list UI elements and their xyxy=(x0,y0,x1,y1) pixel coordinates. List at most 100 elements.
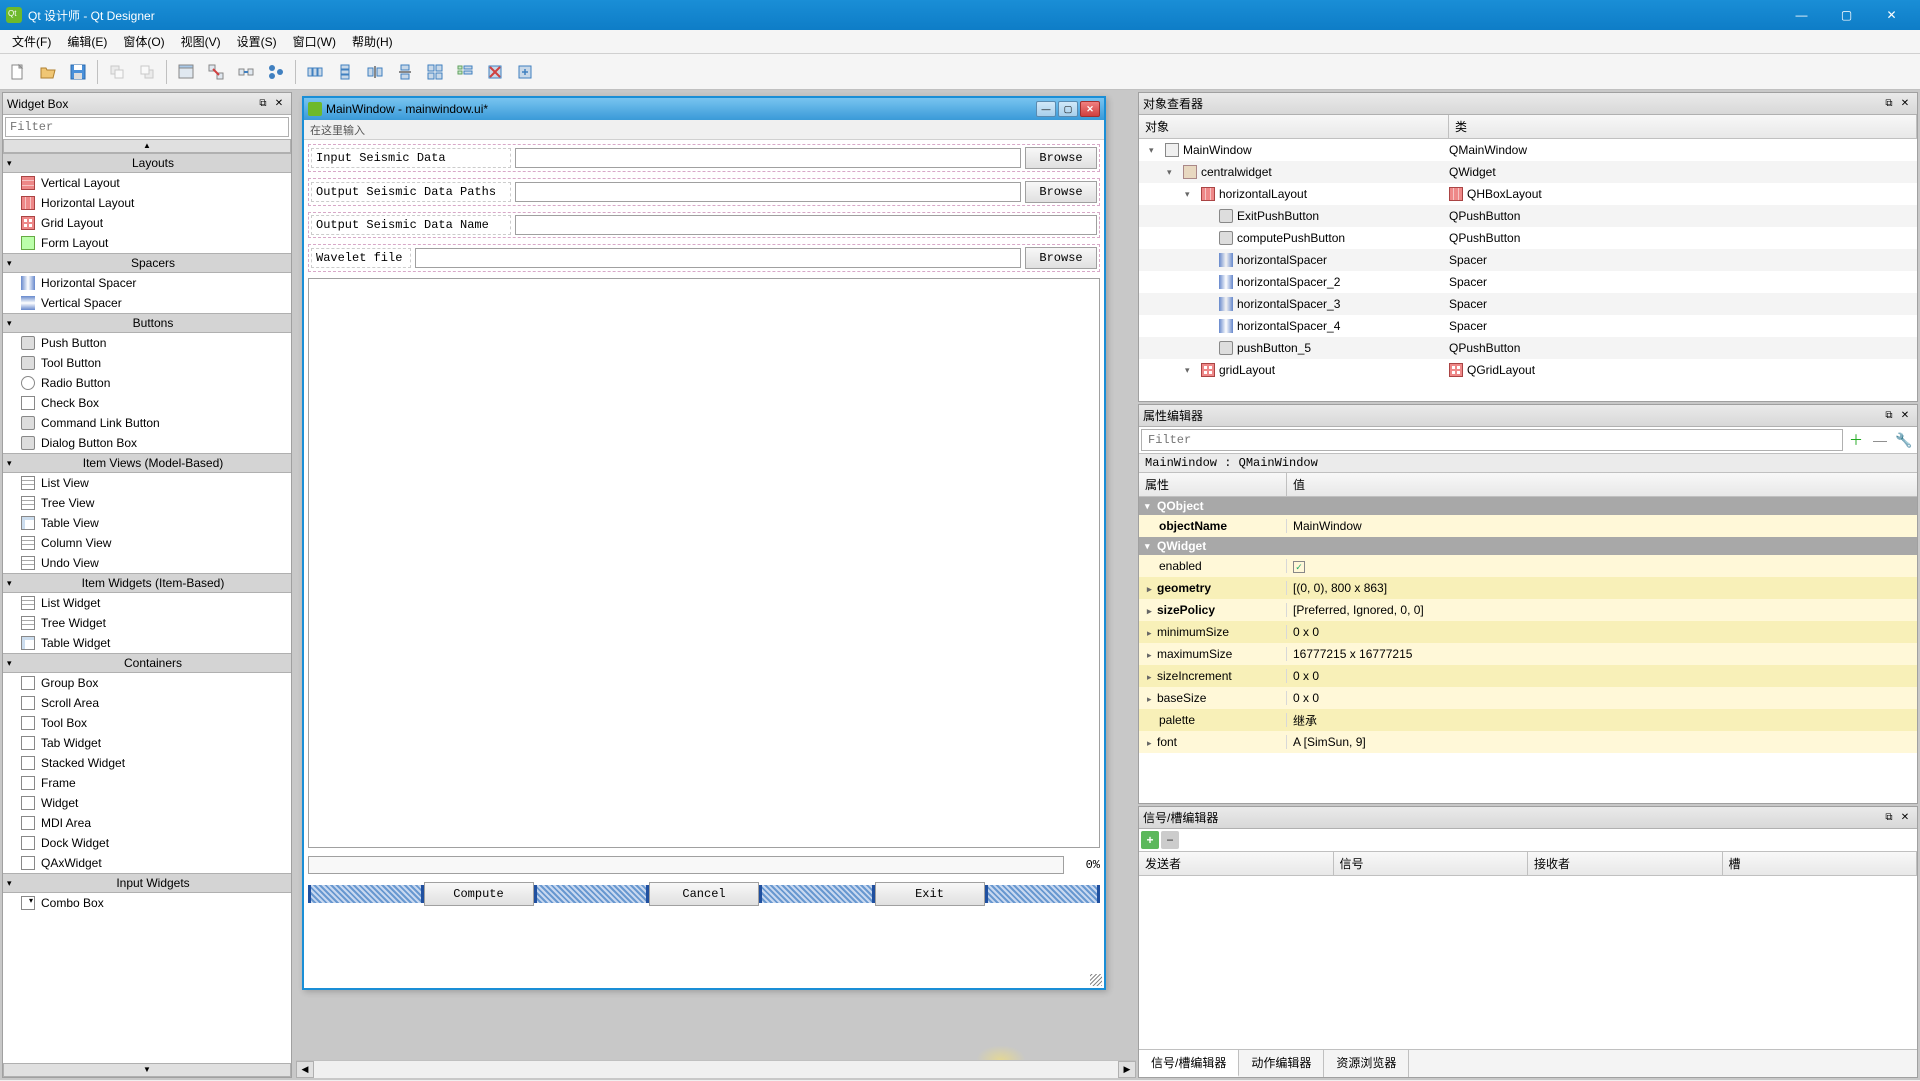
horizontal-spacer-icon[interactable] xyxy=(534,885,650,903)
widget-item[interactable]: Scroll Area xyxy=(3,693,291,713)
menu-file[interactable]: 文件(F) xyxy=(4,30,59,53)
widget-item[interactable]: MDI Area xyxy=(3,813,291,833)
design-menubar[interactable]: 在这里输入 xyxy=(304,120,1104,140)
widget-category[interactable]: ▾Buttons xyxy=(3,313,291,333)
design-window[interactable]: MainWindow - mainwindow.ui* — ▢ ✕ 在这里输入 … xyxy=(302,96,1106,990)
property-value[interactable]: 0 x 0 xyxy=(1287,691,1917,705)
widget-item[interactable]: List View xyxy=(3,473,291,493)
expand-icon[interactable]: ▸ xyxy=(1147,738,1157,749)
tb-bring-front-icon[interactable] xyxy=(133,58,161,86)
dock-float-icon[interactable]: ⧉ xyxy=(1881,408,1897,424)
tb-save-icon[interactable] xyxy=(64,58,92,86)
property-value[interactable]: 0 x 0 xyxy=(1287,669,1917,683)
widget-item[interactable]: Vertical Layout xyxy=(3,173,291,193)
widget-item[interactable]: Frame xyxy=(3,773,291,793)
widget-category[interactable]: ▾Containers xyxy=(3,653,291,673)
dock-float-icon[interactable]: ⧉ xyxy=(1881,96,1897,112)
widget-item[interactable]: Horizontal Layout xyxy=(3,193,291,213)
property-row[interactable]: enabled✓ xyxy=(1139,555,1917,577)
expand-icon[interactable]: ▸ xyxy=(1147,672,1157,683)
object-tree-row[interactable]: computePushButtonQPushButton xyxy=(1139,227,1917,249)
add-signal-icon[interactable]: + xyxy=(1141,831,1159,849)
object-tree-row[interactable]: horizontalSpacer_2Spacer xyxy=(1139,271,1917,293)
browse-button[interactable]: Browse xyxy=(1025,247,1097,269)
horizontal-spacer-icon[interactable] xyxy=(985,885,1101,903)
widget-item[interactable]: Widget xyxy=(3,793,291,813)
menu-form[interactable]: 窗体(O) xyxy=(115,30,172,53)
receiver-header[interactable]: 接收者 xyxy=(1528,852,1723,875)
tb-layout-horiz-icon[interactable] xyxy=(301,58,329,86)
expand-icon[interactable]: ▾ xyxy=(1185,189,1197,200)
widget-item[interactable]: Undo View xyxy=(3,553,291,573)
horizontal-spacer-icon[interactable] xyxy=(759,885,875,903)
widget-category[interactable]: ▾Item Widgets (Item-Based) xyxy=(3,573,291,593)
form-input[interactable] xyxy=(515,215,1097,235)
menu-view[interactable]: 视图(V) xyxy=(173,30,229,53)
size-grip-icon[interactable] xyxy=(1090,974,1102,986)
scroll-right-button[interactable]: ▶ xyxy=(1118,1061,1136,1078)
remove-property-icon[interactable]: — xyxy=(1869,429,1891,451)
design-window-min-icon[interactable]: — xyxy=(1036,101,1056,117)
tb-adjust-size-icon[interactable] xyxy=(511,58,539,86)
widget-box-filter-input[interactable] xyxy=(5,117,289,137)
scroll-left-button[interactable]: ◀ xyxy=(296,1061,314,1078)
compute-button[interactable]: Compute xyxy=(424,882,534,906)
widget-item[interactable]: Stacked Widget xyxy=(3,753,291,773)
property-row[interactable]: objectNameMainWindow xyxy=(1139,515,1917,537)
property-filter-input[interactable] xyxy=(1141,429,1843,451)
property-value[interactable]: 16777215 x 16777215 xyxy=(1287,647,1917,661)
menu-help[interactable]: 帮助(H) xyxy=(344,30,401,53)
property-value[interactable]: ✓ xyxy=(1287,559,1917,574)
dock-float-icon[interactable]: ⧉ xyxy=(1881,810,1897,826)
object-tree-row[interactable]: ExitPushButtonQPushButton xyxy=(1139,205,1917,227)
tb-edit-buddies-icon[interactable] xyxy=(232,58,260,86)
signal-body[interactable] xyxy=(1139,876,1917,1049)
object-col-header[interactable]: 对象 xyxy=(1139,115,1449,138)
expand-icon[interactable]: ▸ xyxy=(1147,650,1157,661)
widget-item[interactable]: Horizontal Spacer xyxy=(3,273,291,293)
property-body[interactable]: ▾QObjectobjectNameMainWindow▾QWidgetenab… xyxy=(1139,497,1917,803)
browse-button[interactable]: Browse xyxy=(1025,181,1097,203)
tb-send-back-icon[interactable] xyxy=(103,58,131,86)
menu-edit[interactable]: 编辑(E) xyxy=(59,30,115,53)
property-group[interactable]: ▾QObject xyxy=(1139,497,1917,515)
horizontal-spacer-icon[interactable] xyxy=(308,885,424,903)
tb-edit-signals-icon[interactable] xyxy=(202,58,230,86)
object-tree-row[interactable]: horizontalSpacerSpacer xyxy=(1139,249,1917,271)
remove-signal-icon[interactable]: − xyxy=(1161,831,1179,849)
browse-button[interactable]: Browse xyxy=(1025,147,1097,169)
object-tree-row[interactable]: horizontalSpacer_4Spacer xyxy=(1139,315,1917,337)
widget-item[interactable]: Tool Button xyxy=(3,353,291,373)
tab-action-editor[interactable]: 动作编辑器 xyxy=(1239,1050,1324,1077)
widget-item[interactable]: Grid Layout xyxy=(3,213,291,233)
form-input[interactable] xyxy=(515,182,1021,202)
form-input[interactable] xyxy=(515,148,1021,168)
property-row[interactable]: ▸sizePolicy[Preferred, Ignored, 0, 0] xyxy=(1139,599,1917,621)
widget-item[interactable]: QAxWidget xyxy=(3,853,291,873)
text-area[interactable] xyxy=(308,278,1100,848)
expand-icon[interactable]: ▾ xyxy=(1167,167,1179,178)
window-close-button[interactable]: ✕ xyxy=(1869,1,1914,29)
tb-break-layout-icon[interactable] xyxy=(481,58,509,86)
class-col-header[interactable]: 类 xyxy=(1449,115,1917,138)
object-tree-row[interactable]: ▾gridLayoutQGridLayout xyxy=(1139,359,1917,381)
widget-category[interactable]: ▾Input Widgets xyxy=(3,873,291,893)
design-window-close-icon[interactable]: ✕ xyxy=(1080,101,1100,117)
config-property-icon[interactable]: 🔧 xyxy=(1893,429,1915,451)
expand-icon[interactable]: ▾ xyxy=(1185,365,1197,376)
tb-layout-form-icon[interactable] xyxy=(451,58,479,86)
tab-resource-browser[interactable]: 资源浏览器 xyxy=(1324,1050,1409,1077)
expand-icon[interactable]: ▸ xyxy=(1147,694,1157,705)
object-tree-row[interactable]: horizontalSpacer_3Spacer xyxy=(1139,293,1917,315)
scroll-up-button[interactable]: ▲ xyxy=(3,139,291,153)
widget-item[interactable]: Tree View xyxy=(3,493,291,513)
property-value[interactable]: 0 x 0 xyxy=(1287,625,1917,639)
widget-item[interactable]: Table Widget xyxy=(3,633,291,653)
property-value[interactable]: 继承 xyxy=(1287,712,1917,729)
object-tree-row[interactable]: ▾MainWindowQMainWindow xyxy=(1139,139,1917,161)
tb-new-icon[interactable] xyxy=(4,58,32,86)
window-minimize-button[interactable]: — xyxy=(1779,1,1824,29)
slot-header[interactable]: 槽 xyxy=(1723,852,1918,875)
widget-item[interactable]: Combo Box xyxy=(3,893,291,913)
property-row[interactable]: ▸baseSize0 x 0 xyxy=(1139,687,1917,709)
